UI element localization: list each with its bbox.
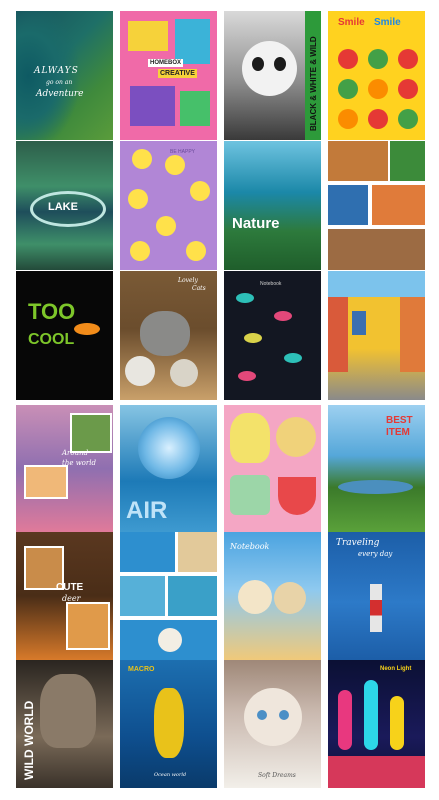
cover-title-line1: TOO — [28, 299, 76, 324]
cover-fruits[interactable] — [224, 405, 321, 532]
cover-lighthouse[interactable]: Traveling every day — [328, 532, 425, 660]
cover-title-line1: HOMEBOX — [148, 59, 184, 67]
cover-title: BE HAPPY — [170, 149, 196, 155]
cover-colorful-abstract[interactable]: HOMEBOX CREATIVE — [120, 11, 217, 140]
cover-butterflies[interactable]: Notebook — [224, 271, 321, 400]
cover-vertical-title: WILD WORLD — [22, 700, 36, 780]
cover-subtitle: Ocean world — [154, 772, 187, 778]
cover-title-line1: Smile — [338, 17, 365, 28]
cover-toucan[interactable]: TOO COOL — [16, 271, 113, 400]
cover-title: Nature — [232, 215, 280, 232]
cover-nature[interactable]: Nature — [224, 141, 321, 270]
cover-lavender[interactable]: Around the world — [16, 405, 113, 532]
cover-macro-seahorse[interactable]: MACRO Ocean world — [120, 660, 217, 788]
cover-title-line2: go on an — [46, 79, 73, 86]
cover-title: AIR — [126, 497, 168, 524]
cover-jellyfish-air[interactable]: AIR — [120, 405, 217, 532]
cover-smile-smile[interactable]: Smile Smile — [328, 11, 425, 140]
cover-title: Notebook — [230, 542, 270, 551]
cover-animal-collage[interactable] — [328, 141, 425, 270]
cover-beach-collage[interactable] — [120, 532, 217, 660]
cover-title-line2: COOL — [28, 331, 75, 348]
cover-ducks[interactable]: BE HAPPY — [120, 141, 217, 270]
cover-street[interactable] — [328, 271, 425, 400]
cover-forest-adventure[interactable]: ALWAYS go on an Adventure — [16, 11, 113, 140]
cover-title-line2: CREATIVE — [158, 69, 197, 78]
cover-panda-bw[interactable]: BLACK & WHITE & WILD — [224, 11, 321, 140]
cover-cute-deer[interactable]: CUTE deer — [16, 532, 113, 660]
cover-cats[interactable]: Lovely Cats — [120, 271, 217, 400]
cover-title-line1: ALWAYS — [34, 66, 79, 76]
cover-title: Notebook — [260, 281, 282, 287]
cover-title: MACRO — [128, 666, 155, 673]
cover-notebook-cats[interactable]: Notebook — [224, 532, 321, 660]
cover-title-line2: every day — [358, 550, 393, 558]
cover-kitten[interactable]: Soft Dreams — [224, 660, 321, 788]
cover-title-line1: CUTE — [56, 582, 84, 593]
cover-title-line1: Around — [62, 449, 89, 457]
cover-lake[interactable]: LAKE — [16, 141, 113, 270]
cover-title-line1: BEST — [386, 415, 413, 426]
cover-title-line3: Adventure — [36, 89, 84, 99]
cover-vertical-title: BLACK & WHITE & WILD — [309, 36, 318, 131]
cover-neon-light[interactable]: Neon Light — [328, 660, 425, 788]
cover-title-line2: Smile — [374, 17, 401, 28]
cover-title-line1: Traveling — [336, 538, 380, 548]
cover-title-line2: Cats — [192, 285, 206, 292]
cover-title: Soft Dreams — [258, 772, 296, 779]
cover-title: LAKE — [48, 201, 78, 213]
cover-title-line2: ITEM — [386, 427, 410, 438]
cover-title: Neon Light — [380, 666, 412, 672]
cover-title-line2: deer — [62, 594, 81, 603]
cover-best-item[interactable]: BEST ITEM — [328, 405, 425, 532]
cover-title-line2: the world — [62, 459, 96, 467]
cover-title-line1: Lovely — [178, 277, 198, 284]
cover-wild-world[interactable]: WILD WORLD — [16, 660, 113, 788]
